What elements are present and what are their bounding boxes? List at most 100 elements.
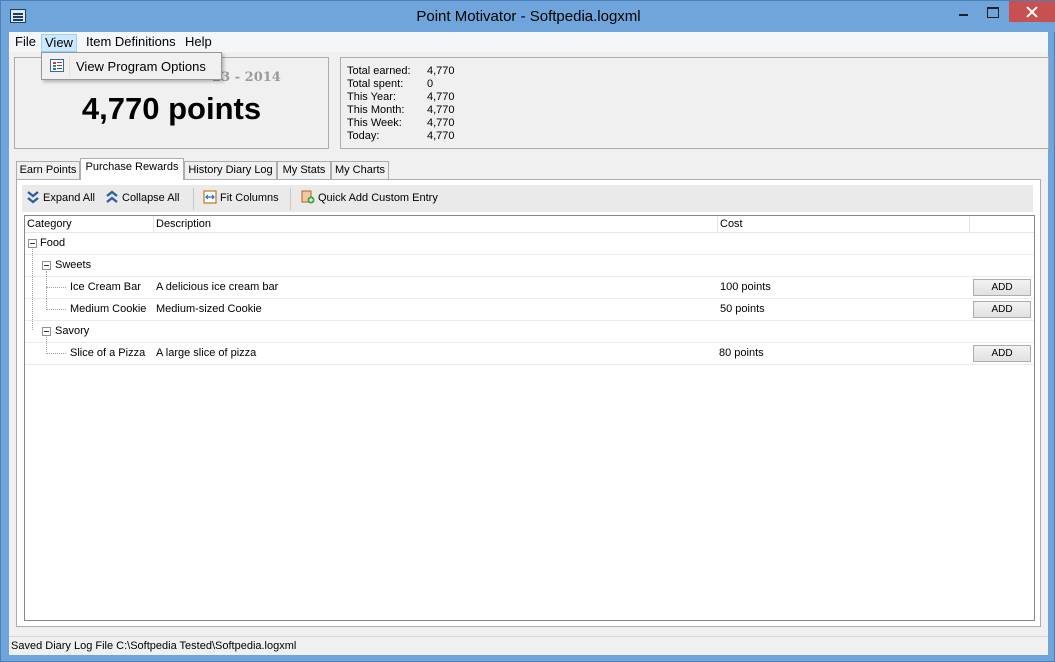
stat-value: 4,770 — [427, 130, 455, 142]
stat-value: 0 — [427, 78, 434, 90]
stats-panel: Total earned: 4,770 Total spent: 0 This … — [340, 57, 1049, 149]
item-description: A delicious ice cream bar — [156, 281, 279, 293]
fit-columns-button[interactable]: Fit Columns — [203, 190, 279, 208]
group-label: Savory — [55, 325, 90, 337]
group-row-food[interactable]: Food — [25, 233, 1034, 255]
purchase-rewards-panel: Expand All Collapse All Fit Columns Quic… — [16, 179, 1041, 627]
title-bar[interactable]: Point Motivator - Softpedia.logxml — [1, 1, 1055, 32]
tree-line — [46, 271, 47, 299]
stat-label: This Week: — [347, 117, 402, 129]
tree-line — [46, 309, 66, 310]
column-label: Category — [27, 218, 72, 230]
tree-line — [46, 287, 66, 288]
group-row-savory[interactable]: Savory — [25, 251, 1034, 343]
stat-label: Total spent: — [347, 78, 404, 90]
app-window: Point Motivator - Softpedia.logxml File … — [0, 0, 1055, 662]
column-header-action — [970, 216, 1034, 233]
expand-all-icon — [27, 191, 39, 204]
status-bar: Saved Diary Log File C:\Softpedia Tested… — [9, 636, 1048, 655]
stat-label: This Month: — [347, 104, 405, 116]
menu-view-label: View — [45, 35, 73, 50]
rewards-toolbar: Expand All Collapse All Fit Columns Quic… — [22, 185, 1033, 212]
view-menu-dropdown: View Program Options — [41, 52, 222, 80]
stat-label: This Year: — [347, 91, 396, 103]
fit-columns-icon — [203, 190, 217, 204]
add-button[interactable]: ADD — [973, 279, 1031, 296]
status-text: Saved Diary Log File C:\Softpedia Tested… — [11, 640, 297, 652]
tab-history-diary-log[interactable]: History Diary Log — [184, 161, 277, 180]
stat-label: Today: — [347, 130, 380, 142]
toolbar-separator — [193, 188, 194, 210]
quick-add-icon — [301, 190, 315, 204]
menu-help-label: Help — [185, 34, 212, 49]
tab-purchase-rewards[interactable]: Purchase Rewards — [80, 158, 184, 180]
program-options-icon — [50, 59, 64, 72]
item-description: Medium-sized Cookie — [156, 303, 262, 315]
grid-header: Category Description Cost — [25, 216, 1034, 233]
menu-item-view-program-options[interactable]: View Program Options — [43, 55, 220, 77]
collapse-toggle-icon[interactable] — [28, 239, 37, 248]
collapse-all-icon — [106, 190, 118, 203]
tab-my-charts[interactable]: My Charts — [331, 161, 389, 180]
maximize-button[interactable] — [975, 1, 1009, 23]
minimize-button[interactable] — [945, 1, 979, 23]
tab-label: Earn Points — [19, 164, 77, 176]
item-name: Ice Cream Bar — [70, 281, 141, 293]
menu-help[interactable]: Help — [182, 34, 215, 52]
tree-line — [46, 353, 66, 354]
close-button[interactable] — [1009, 1, 1055, 22]
stat-label: Total earned: — [347, 65, 411, 77]
item-cost: 80 points — [719, 347, 764, 359]
tab-my-stats[interactable]: My Stats — [277, 161, 331, 180]
item-cost: 50 points — [720, 303, 765, 315]
item-name: Medium Cookie — [70, 303, 147, 315]
group-label: Food — [40, 237, 66, 249]
column-header-description[interactable]: Description — [154, 216, 718, 233]
window-title: Point Motivator - Softpedia.logxml — [416, 8, 641, 25]
collapse-toggle-icon[interactable] — [42, 261, 51, 270]
collapse-toggle-icon[interactable] — [42, 327, 51, 336]
column-label: Description — [156, 218, 212, 230]
quick-add-label: Quick Add Custom Entry — [318, 192, 438, 204]
tab-label: Purchase Rewards — [85, 161, 179, 173]
stat-value: 4,770 — [427, 104, 455, 116]
menu-view[interactable]: View — [41, 34, 77, 52]
menu-bar: File View Item Definitions Help — [9, 32, 1048, 52]
expand-all-label: Expand All — [43, 192, 95, 204]
menu-item-label: View Program Options — [76, 59, 206, 74]
table-row[interactable]: Ice Cream Bar A delicious ice cream bar … — [25, 271, 1034, 299]
rewards-grid: Category Description Cost Food Sweets Ic… — [24, 215, 1035, 621]
column-header-cost[interactable]: Cost — [718, 216, 970, 233]
menu-file-label: File — [15, 34, 36, 49]
item-description: A large slice of pizza — [156, 347, 257, 359]
tab-label: My Stats — [282, 164, 326, 176]
stat-value: 4,770 — [427, 91, 455, 103]
menu-file[interactable]: File — [12, 34, 39, 52]
group-label: Sweets — [55, 259, 92, 271]
item-name: Slice of a Pizza — [70, 347, 146, 359]
menu-separator — [69, 55, 70, 77]
add-button[interactable]: ADD — [973, 301, 1031, 318]
group-row-sweets[interactable]: Sweets — [25, 249, 1034, 277]
collapse-all-label: Collapse All — [122, 192, 180, 204]
points-total: 4,770 points — [81, 91, 262, 126]
menu-item-definitions-label: Item Definitions — [86, 34, 176, 49]
tab-label: History Diary Log — [188, 164, 273, 176]
stat-value: 4,770 — [427, 117, 455, 129]
table-row[interactable]: Slice of a Pizza A large slice of pizza … — [25, 337, 1034, 365]
tab-label: My Charts — [334, 164, 386, 176]
tree-line — [32, 251, 33, 330]
toolbar-separator — [290, 188, 291, 210]
quick-add-custom-entry-button[interactable]: Quick Add Custom Entry — [301, 190, 438, 208]
collapse-all-button[interactable]: Collapse All — [105, 190, 179, 208]
expand-all-button[interactable]: Expand All — [26, 190, 95, 208]
table-row[interactable]: Medium Cookie Medium-sized Cookie 50 poi… — [25, 299, 1034, 321]
column-label: Cost — [720, 218, 743, 230]
item-cost: 100 points — [720, 281, 771, 293]
column-header-category[interactable]: Category — [25, 216, 154, 233]
add-button[interactable]: ADD — [973, 345, 1031, 362]
menu-item-definitions[interactable]: Item Definitions — [83, 34, 179, 52]
tab-earn-points[interactable]: Earn Points — [16, 161, 80, 180]
tree-line — [46, 337, 47, 354]
client-area: File View Item Definitions Help 23 - 201… — [9, 32, 1049, 655]
